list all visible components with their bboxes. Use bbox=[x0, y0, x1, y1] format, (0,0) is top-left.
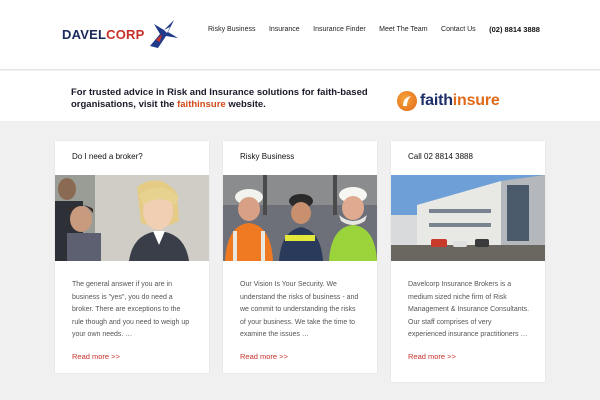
office-building-photo bbox=[391, 175, 545, 261]
banner-faithinsure-link[interactable]: faithinsure bbox=[177, 99, 226, 110]
read-more-link[interactable]: Read more >> bbox=[55, 342, 209, 361]
nav-insurance[interactable]: Insurance bbox=[269, 26, 300, 33]
faithinsure-logo-insure: insure bbox=[452, 92, 500, 109]
banner-text: For trusted advice in Risk and Insurance… bbox=[71, 87, 371, 111]
faithinsure-logo-faith: faith bbox=[420, 92, 453, 109]
nav-risky-business[interactable]: Risky Business bbox=[208, 26, 255, 33]
main-nav: Risky Business Insurance Insurance Finde… bbox=[208, 25, 540, 34]
faithinsure-mark-icon bbox=[397, 91, 417, 111]
header-phone[interactable]: (02) 8814 3888 bbox=[489, 25, 540, 34]
card-body: Our Vision Is Your Security. We understa… bbox=[240, 281, 359, 338]
nav-insurance-finder[interactable]: Insurance Finder bbox=[313, 26, 366, 33]
read-more-link[interactable]: Read more >> bbox=[223, 342, 377, 361]
card-body: The general answer if you are in busines… bbox=[72, 281, 190, 338]
card-title: Call 02 8814 3888 bbox=[408, 152, 473, 161]
card-risky-business: Risky Business Our Vision Is Your Securi… bbox=[223, 141, 377, 373]
logo-text-corp: CORP bbox=[106, 26, 145, 42]
construction-workers-photo bbox=[223, 175, 377, 261]
business-people-photo bbox=[55, 175, 209, 261]
faithinsure-logo[interactable]: faithinsure bbox=[397, 88, 500, 114]
faithinsure-banner: For trusted advice in Risk and Insurance… bbox=[0, 71, 600, 121]
logo-star-icon bbox=[150, 20, 179, 48]
card-body: Davelcorp Insurance Brokers is a medium … bbox=[408, 281, 530, 338]
nav-meet-the-team[interactable]: Meet The Team bbox=[379, 26, 427, 33]
logo-text-davel: DAVEL bbox=[62, 26, 107, 42]
card-title: Risky Business bbox=[240, 152, 295, 161]
davelcorp-logo[interactable]: DAVELCORP bbox=[62, 14, 192, 54]
site-header: DAVELCORP Risky Business Insurance Insur… bbox=[0, 0, 600, 70]
card-broker: Do I need a broker? The general answer i… bbox=[55, 141, 209, 373]
nav-contact-us[interactable]: Contact Us bbox=[441, 26, 476, 33]
banner-text-after: website. bbox=[228, 99, 266, 110]
card-title: Do I need a broker? bbox=[72, 152, 143, 161]
read-more-link[interactable]: Read more >> bbox=[391, 342, 545, 361]
card-contact: Call 02 8814 3888 Davelcorp Insurance Br… bbox=[391, 141, 545, 382]
